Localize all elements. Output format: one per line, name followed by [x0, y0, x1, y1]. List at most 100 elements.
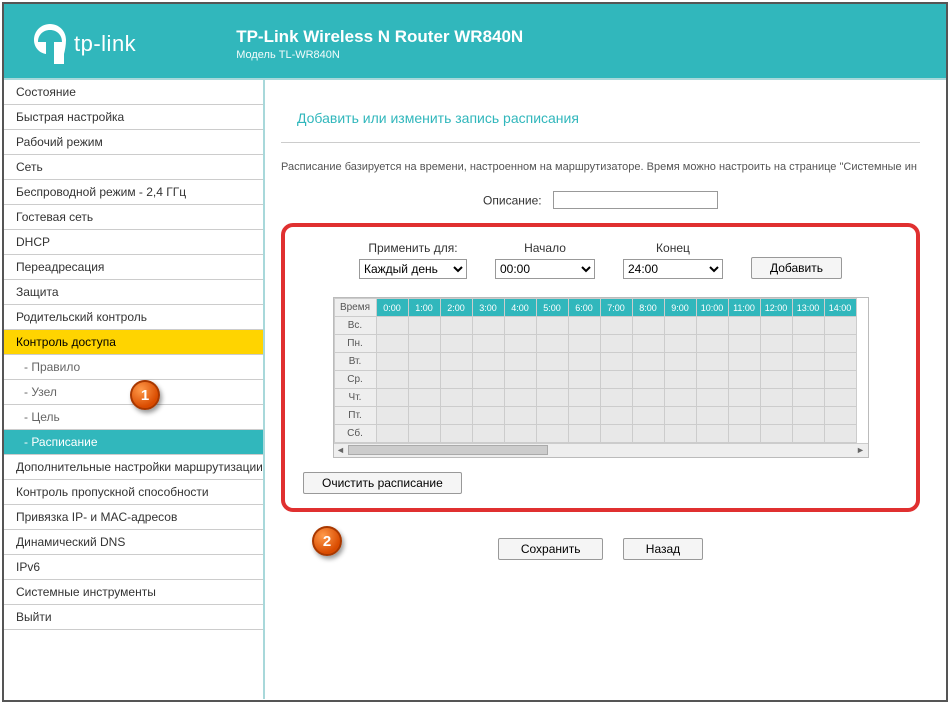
schedule-cell[interactable] [504, 425, 536, 443]
schedule-cell[interactable] [472, 371, 504, 389]
sidebar-item-8[interactable]: Защита [4, 280, 263, 305]
start-select[interactable]: 00:00 [495, 259, 595, 279]
schedule-cell[interactable] [440, 389, 472, 407]
schedule-cell[interactable] [792, 407, 824, 425]
schedule-cell[interactable] [504, 317, 536, 335]
schedule-cell[interactable] [760, 371, 792, 389]
schedule-cell[interactable] [728, 353, 760, 371]
schedule-cell[interactable] [792, 389, 824, 407]
grid-scrollbar[interactable]: ◄ ► [334, 443, 868, 457]
schedule-cell[interactable] [632, 371, 664, 389]
sidebar-item-6[interactable]: DHCP [4, 230, 263, 255]
schedule-cell[interactable] [408, 425, 440, 443]
scroll-thumb[interactable] [348, 445, 548, 455]
schedule-cell[interactable] [696, 371, 728, 389]
schedule-cell[interactable] [600, 407, 632, 425]
back-button[interactable]: Назад [623, 538, 703, 560]
schedule-cell[interactable] [472, 353, 504, 371]
schedule-cell[interactable] [792, 335, 824, 353]
sidebar-item-11[interactable]: - Правило [4, 355, 263, 380]
schedule-cell[interactable] [664, 425, 696, 443]
sidebar-item-7[interactable]: Переадресация [4, 255, 263, 280]
schedule-cell[interactable] [696, 353, 728, 371]
schedule-cell[interactable] [472, 407, 504, 425]
schedule-cell[interactable] [632, 425, 664, 443]
schedule-cell[interactable] [376, 425, 408, 443]
schedule-cell[interactable] [504, 389, 536, 407]
schedule-cell[interactable] [824, 353, 856, 371]
sidebar-item-18[interactable]: Динамический DNS [4, 530, 263, 555]
sidebar-item-15[interactable]: Дополнительные настройки маршрутизации [4, 455, 263, 480]
schedule-cell[interactable] [824, 335, 856, 353]
schedule-cell[interactable] [728, 371, 760, 389]
schedule-cell[interactable] [568, 389, 600, 407]
schedule-cell[interactable] [440, 353, 472, 371]
schedule-cell[interactable] [792, 353, 824, 371]
scroll-left-icon[interactable]: ◄ [335, 445, 347, 455]
schedule-cell[interactable] [760, 407, 792, 425]
schedule-cell[interactable] [376, 407, 408, 425]
sidebar-item-17[interactable]: Привязка IP- и MAC-адресов [4, 505, 263, 530]
schedule-cell[interactable] [728, 317, 760, 335]
schedule-cell[interactable] [664, 389, 696, 407]
schedule-cell[interactable] [504, 371, 536, 389]
schedule-cell[interactable] [472, 425, 504, 443]
schedule-cell[interactable] [664, 335, 696, 353]
sidebar-item-9[interactable]: Родительский контроль [4, 305, 263, 330]
schedule-cell[interactable] [792, 425, 824, 443]
schedule-cell[interactable] [536, 425, 568, 443]
schedule-cell[interactable] [760, 353, 792, 371]
scroll-right-icon[interactable]: ► [855, 445, 867, 455]
schedule-cell[interactable] [664, 317, 696, 335]
schedule-cell[interactable] [728, 335, 760, 353]
schedule-cell[interactable] [600, 371, 632, 389]
schedule-cell[interactable] [632, 407, 664, 425]
schedule-cell[interactable] [728, 407, 760, 425]
save-button[interactable]: Сохранить [498, 538, 604, 560]
schedule-cell[interactable] [536, 353, 568, 371]
schedule-cell[interactable] [824, 371, 856, 389]
sidebar-item-21[interactable]: Выйти [4, 605, 263, 630]
schedule-cell[interactable] [376, 335, 408, 353]
schedule-cell[interactable] [792, 371, 824, 389]
schedule-cell[interactable] [664, 353, 696, 371]
schedule-cell[interactable] [568, 335, 600, 353]
schedule-cell[interactable] [536, 317, 568, 335]
schedule-cell[interactable] [376, 371, 408, 389]
sidebar-item-16[interactable]: Контроль пропускной способности [4, 480, 263, 505]
schedule-cell[interactable] [696, 317, 728, 335]
sidebar-item-10[interactable]: Контроль доступа [4, 330, 263, 355]
schedule-cell[interactable] [440, 335, 472, 353]
sidebar-item-4[interactable]: Беспроводной режим - 2,4 ГГц [4, 180, 263, 205]
schedule-cell[interactable] [376, 389, 408, 407]
schedule-cell[interactable] [472, 317, 504, 335]
schedule-cell[interactable] [536, 371, 568, 389]
schedule-cell[interactable] [632, 353, 664, 371]
schedule-cell[interactable] [408, 353, 440, 371]
schedule-cell[interactable] [440, 317, 472, 335]
schedule-cell[interactable] [600, 425, 632, 443]
sidebar-item-2[interactable]: Рабочий режим [4, 130, 263, 155]
schedule-cell[interactable] [440, 371, 472, 389]
schedule-cell[interactable] [760, 335, 792, 353]
sidebar-item-19[interactable]: IPv6 [4, 555, 263, 580]
apply-select[interactable]: Каждый день [359, 259, 467, 279]
sidebar-item-20[interactable]: Системные инструменты [4, 580, 263, 605]
schedule-cell[interactable] [408, 317, 440, 335]
schedule-cell[interactable] [536, 335, 568, 353]
sidebar-item-13[interactable]: - Цель [4, 405, 263, 430]
sidebar-item-3[interactable]: Сеть [4, 155, 263, 180]
schedule-cell[interactable] [536, 407, 568, 425]
schedule-cell[interactable] [568, 425, 600, 443]
schedule-cell[interactable] [376, 353, 408, 371]
schedule-cell[interactable] [696, 407, 728, 425]
schedule-cell[interactable] [824, 389, 856, 407]
add-button[interactable]: Добавить [751, 257, 842, 279]
schedule-cell[interactable] [504, 353, 536, 371]
schedule-cell[interactable] [664, 371, 696, 389]
schedule-cell[interactable] [728, 425, 760, 443]
schedule-cell[interactable] [408, 371, 440, 389]
schedule-cell[interactable] [632, 389, 664, 407]
schedule-cell[interactable] [440, 407, 472, 425]
schedule-cell[interactable] [824, 425, 856, 443]
